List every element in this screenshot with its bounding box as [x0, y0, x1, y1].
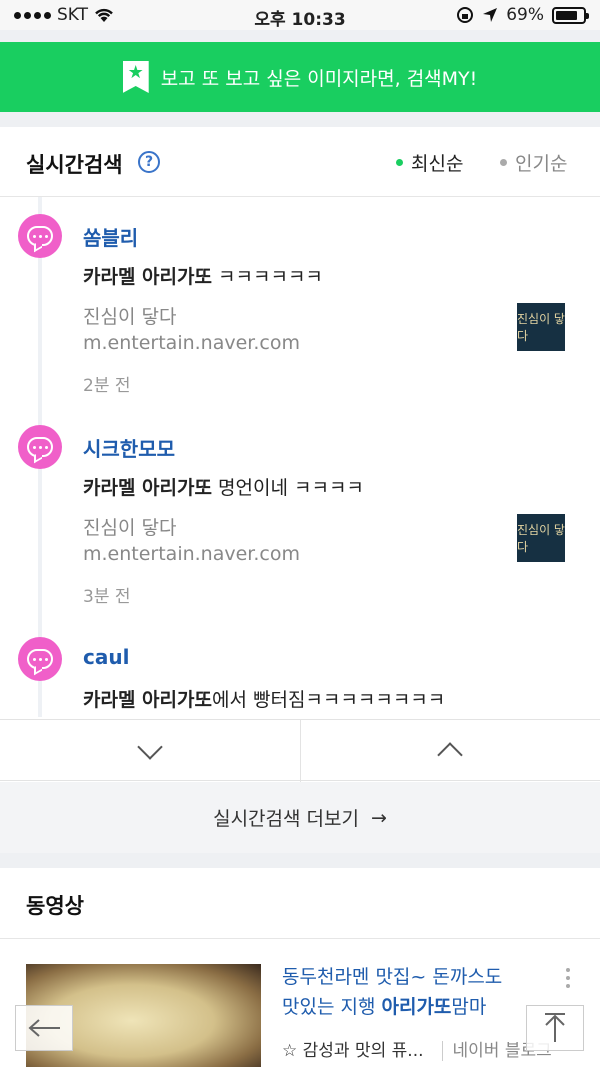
chat-bubble-icon	[18, 214, 62, 258]
feed-time-ago: 2분 전	[83, 376, 131, 396]
feed-rest: 명언이네 ㅋㅋㅋㅋ	[211, 477, 364, 499]
battery-icon	[552, 6, 589, 24]
sort-latest-tab[interactable]: 최신순	[396, 149, 463, 176]
feed-headline[interactable]: 카라멜 아리가또 ㅋㅋㅋㅋㅋㅋ	[83, 262, 323, 289]
feed-keyword: 카라멜 아리가또	[83, 477, 212, 499]
next-button[interactable]	[0, 720, 300, 782]
chevron-down-icon	[137, 734, 163, 760]
back-button[interactable]	[15, 1005, 73, 1051]
feed-headline[interactable]: 카라멜 아리가또에서 빵터짐ㅋㅋㅋㅋㅋㅋㅋㅋ	[83, 685, 445, 712]
arrow-up-icon	[545, 1013, 565, 1042]
more-options-icon[interactable]	[566, 968, 570, 988]
feed-time-ago: 3분 전	[83, 587, 131, 607]
inactive-dot-icon	[500, 159, 507, 166]
arrow-left-icon	[28, 1019, 60, 1037]
realtime-header: 실시간검색 ? 최신순 인기순	[0, 127, 600, 197]
realtime-title: 실시간검색	[26, 153, 123, 177]
help-icon[interactable]: ?	[138, 151, 160, 173]
more-label: 실시간검색 더보기	[213, 808, 359, 830]
feed-author[interactable]: 시크한모모	[83, 433, 175, 462]
rotation-lock-icon	[457, 7, 474, 23]
feed-thumbnail[interactable]: 진심이 닿다	[517, 514, 565, 562]
feed-rest: ㅋㅋㅋㅋㅋㅋ	[211, 266, 323, 288]
prev-button[interactable]	[300, 720, 600, 782]
chevron-up-icon	[437, 742, 463, 768]
feed-headline[interactable]: 카라멜 아리가또 명언이네 ㅋㅋㅋㅋ	[83, 473, 364, 500]
feed-domain: m.entertain.naver.com	[83, 543, 300, 565]
video-meta: ☆ 감성과 맛의 퓨... 네이버 블로그	[282, 1036, 552, 1061]
sort-popular-label: 인기순	[515, 153, 568, 175]
scroll-top-button[interactable]	[526, 1005, 584, 1051]
realtime-more-button[interactable]: 실시간검색 더보기 →	[0, 782, 600, 853]
banner-text: 보고 또 보고 싶은 이미지라면, 검색MY!	[160, 67, 478, 90]
feed-domain: m.entertain.naver.com	[83, 332, 300, 354]
feed-keyword: 카라멜 아리가또	[83, 689, 212, 711]
video-divider	[0, 938, 600, 939]
video-card: 동영상 동두천라멘 맛집~ 돈까스도 맛있는 지행 아리가또맘마 ☆ 감성과 맛…	[0, 868, 600, 1067]
status-right: 69%	[456, 5, 589, 25]
video-headline[interactable]: 동두천라멘 맛집~ 돈까스도 맛있는 지행 아리가또맘마	[282, 962, 562, 1022]
realtime-search-card: 실시간검색 ? 최신순 인기순 쏨블리 카라멜 아리가또 ㅋㅋㅋㅋㅋㅋ 진심이 …	[0, 127, 600, 853]
feed-rest: 에서 빵터짐ㅋㅋㅋㅋㅋㅋㅋㅋ	[211, 689, 446, 711]
sort-popular-tab[interactable]: 인기순	[500, 149, 567, 176]
active-dot-icon	[396, 159, 403, 166]
chat-bubble-icon	[18, 425, 62, 469]
status-bar: SKT 오후 10:33 69%	[0, 0, 600, 30]
feed-source: 진심이 닿다	[83, 517, 177, 539]
bookmark-star-icon: ★	[122, 61, 149, 93]
video-line2: 맛있는 지행 아리가또맘마	[282, 996, 487, 1018]
feed-thumbnail[interactable]: 진심이 닿다	[517, 303, 565, 351]
location-icon	[483, 8, 498, 22]
sort-latest-label: 최신순	[411, 153, 464, 175]
feed-author[interactable]: caul	[83, 645, 129, 669]
video-blog-name: ☆ 감성과 맛의 퓨...	[282, 1041, 424, 1061]
promo-banner[interactable]: ★ 보고 또 보고 싶은 이미지라면, 검색MY!	[0, 42, 600, 112]
feed-pager	[0, 719, 600, 782]
video-section-title: 동영상	[26, 894, 84, 918]
arrow-right-icon: →	[370, 806, 387, 829]
video-line1: 동두천라멘 맛집~ 돈까스도	[282, 966, 503, 988]
feed-keyword: 카라멜 아리가또	[83, 266, 212, 288]
chat-bubble-icon	[18, 637, 62, 681]
battery-percent: 69%	[506, 5, 544, 25]
feed-author[interactable]: 쏨블리	[83, 222, 138, 251]
feed-source: 진심이 닿다	[83, 306, 177, 328]
